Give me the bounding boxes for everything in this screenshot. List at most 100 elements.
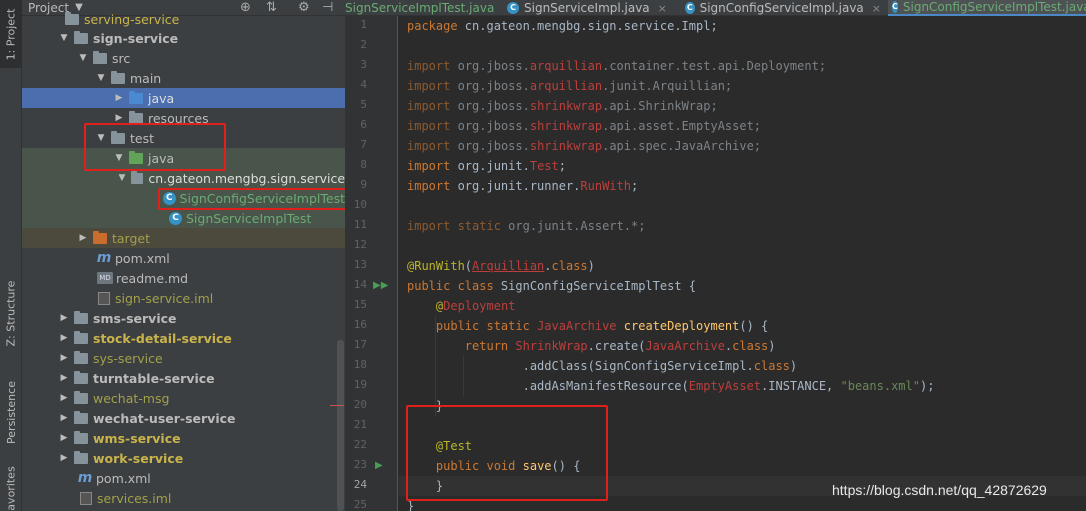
tree-item-signserviceimpltest[interactable]: C SignServiceImplTest [22,208,345,228]
tree-item-label: wechat-msg [93,390,170,406]
expand-arrow-icon[interactable]: ▶ [58,313,70,323]
module-folder-icon [74,390,88,404]
tree-item-readme[interactable]: MD readme.md [22,268,345,288]
tool-tab-persistence-label: Persistence [4,380,18,444]
tree-item-src[interactable]: ▼ src [22,48,345,68]
excluded-folder-icon [93,230,107,244]
tool-tab-persistence[interactable]: Persistence [0,372,22,452]
project-scrollbar[interactable] [337,340,344,511]
tree-item-turntable-service[interactable]: ▶ turntable-service [22,368,345,388]
tab-label: SignConfigServiceImplTest.java [902,0,1086,14]
tree-item-package[interactable]: ▼ cn.gateon.mengbg.sign.service [22,168,345,188]
tab-label: SignServiceImplTest.java [345,1,495,15]
tree-item-services-iml[interactable]: services.iml [22,488,345,508]
tab-signconfigserviceimpltest[interactable]: C SignConfigServiceImplTest.java [888,0,1086,16]
expand-arrow-icon[interactable]: ▶ [77,233,89,243]
tree-item-label: work-service [93,450,184,466]
project-tool-window: Project ▼ ⊕ ⇅ ⚙ ⊣ serving-service ▼ sign… [22,0,345,511]
close-icon[interactable]: × [658,2,667,15]
tree-item-target[interactable]: ▶ target [22,228,345,248]
expand-arrow-icon[interactable]: ▶ [58,433,70,443]
class-icon: C [892,1,898,13]
tree-item-wechat-msg[interactable]: ▶ wechat-msg [22,388,345,408]
folder-icon [111,70,125,84]
tree-item-sys-service[interactable]: ▶ sys-service [22,348,345,368]
tool-tab-structure-label: Z: Structure [4,280,18,346]
line-number: 11 [353,218,367,231]
tree-item-label: pom.xml [115,250,170,266]
class-icon: C [169,211,182,225]
tree-item-label: sms-service [93,310,177,326]
line-number: 3 [360,58,367,71]
module-folder-icon [74,330,88,344]
line-number: 17 [353,338,367,351]
tree-item-sign-service[interactable]: ▼ sign-service [22,28,345,48]
expand-arrow-icon[interactable]: ▶ [58,393,70,403]
tree-item-sms-service[interactable]: ▶ sms-service [22,308,345,328]
tool-tab-project-label: 1: Project [4,8,18,60]
line-number: 15 [353,298,367,311]
tree-item-label: pom.xml [96,470,151,486]
class-icon: C [507,2,519,14]
tree-item-label: turntable-service [93,370,215,386]
expand-arrow-icon[interactable]: ▶ [113,93,125,103]
module-folder-icon [74,370,88,384]
tree-item-serving-service[interactable]: serving-service [22,9,345,29]
code-line-4: import org.jboss.arquillian.junit.Arquil… [407,79,733,93]
tree-item-stock-detail-service[interactable]: ▶ stock-detail-service [22,328,345,348]
tool-tab-structure[interactable]: Z: Structure [0,270,22,356]
tree-item-wms-service[interactable]: ▶ wms-service [22,428,345,448]
tree-item-label: stock-detail-service [93,330,232,346]
line-number: 25 [353,498,367,511]
expand-arrow-icon[interactable]: ▼ [95,73,107,83]
tree-item-label: sys-service [93,350,163,366]
line-number: 9 [360,178,367,191]
tool-tab-favorites[interactable]: avorites [0,466,22,511]
tree-item-label: services.iml [97,490,172,506]
run-test-icon[interactable]: ▶ [375,460,383,471]
tree-item-work-service[interactable]: ▶ work-service [22,448,345,468]
tab-signserviceimpl[interactable]: C SignServiceImpl.java × [507,0,675,16]
highlight-box-test-method [406,405,608,501]
folder-icon [93,50,107,64]
folder-icon [65,11,79,25]
tree-item-pom-xml[interactable]: m pom.xml [22,248,345,268]
module-folder-icon [74,350,88,364]
tool-tab-project[interactable]: 1: Project [0,0,22,68]
expand-arrow-icon[interactable]: ▼ [117,173,127,183]
change-marker [330,405,344,406]
line-number: 21 [353,418,367,431]
close-icon[interactable]: × [872,2,881,15]
tree-item-wechat-user-service[interactable]: ▶ wechat-user-service [22,408,345,428]
code-line-17: return ShrinkWrap.create(JavaArchive.cla… [464,339,776,353]
tab-signserviceimpltest[interactable]: SignServiceImplTest.java [345,0,500,16]
line-number: 16 [353,318,367,331]
expand-arrow-icon[interactable]: ▼ [77,53,89,63]
expand-arrow-icon[interactable]: ▶ [58,413,70,423]
tab-signconfigserviceimpl[interactable]: C SignConfigServiceImpl.java × [685,0,881,16]
expand-arrow-icon[interactable]: ▶ [113,113,125,123]
expand-arrow-icon[interactable]: ▼ [58,33,70,43]
expand-arrow-icon[interactable]: ▶ [58,333,70,343]
tool-window-stripe: 1: Project Z: Structure Persistence avor… [0,0,22,511]
highlight-box-test-folder [84,123,226,171]
tree-item-root-pom-xml[interactable]: m pom.xml [22,468,345,488]
run-class-icon[interactable]: ▶▶ [373,280,388,291]
expand-arrow-icon[interactable]: ▶ [58,373,70,383]
tree-item-label: serving-service [84,11,180,27]
line-number: 20 [353,398,367,411]
expand-arrow-icon[interactable]: ▶ [58,353,70,363]
line-number: 8 [360,158,367,171]
tree-item-main-java[interactable]: ▶ java [22,88,345,108]
module-folder-icon [74,410,88,424]
watermark-text: https://blog.csdn.net/qq_42872629 [832,482,1047,498]
code-line-3: import org.jboss.arquillian.container.te… [407,59,827,73]
expand-arrow-icon[interactable]: ▶ [58,453,70,463]
tree-item-label: cn.gateon.mengbg.sign.service [148,170,345,186]
resources-folder-icon [129,110,143,124]
source-folder-icon [129,90,143,104]
line-number-current: 24 [353,478,367,491]
tree-item-sign-service-iml[interactable]: sign-service.iml [22,288,345,308]
tree-item-main[interactable]: ▼ main [22,68,345,88]
iml-file-icon [80,491,92,505]
